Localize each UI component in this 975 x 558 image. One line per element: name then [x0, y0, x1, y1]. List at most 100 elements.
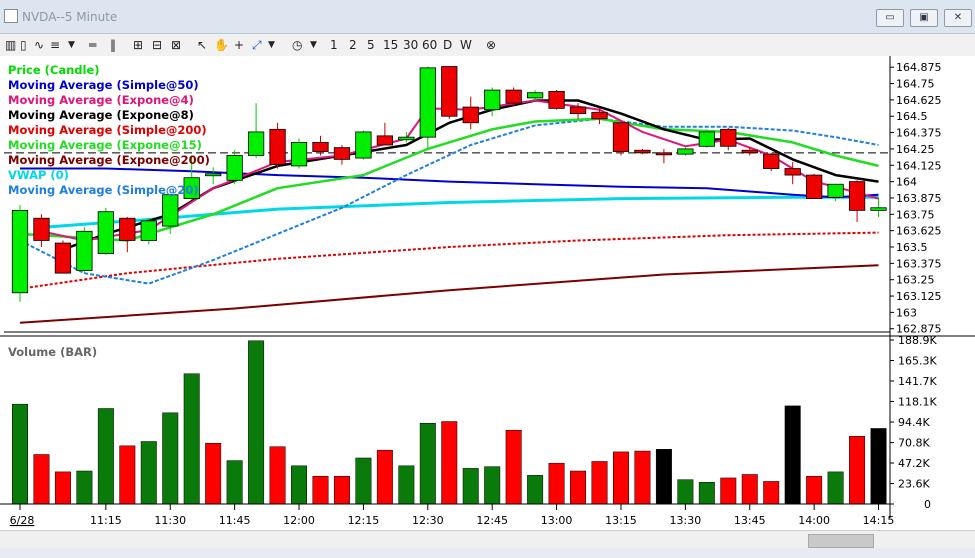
candle-body [355, 131, 372, 159]
candle-body [333, 147, 351, 160]
scrollbar-thumb[interactable] [808, 534, 874, 548]
candle-body [462, 106, 479, 124]
price-y-tick-label: 163 [896, 306, 917, 319]
timeframe-60-button[interactable]: 60 [422, 37, 437, 53]
price-y-tick-label: 164.875 [896, 61, 942, 74]
candle-body [97, 211, 114, 254]
volume-bar [870, 428, 887, 505]
cancel-icon[interactable]: ⊗ [486, 37, 496, 53]
x-tick-label: 12:30 [412, 514, 444, 527]
legend-entry: Moving Average (Expone@8) [8, 108, 194, 122]
chart-style-icon[interactable]: ≡ [50, 37, 60, 53]
crosshair-icon[interactable]: + [234, 37, 244, 53]
volume-bar [612, 451, 629, 505]
chart-toolbar: ▥ ▯ ∿ ≡ ▼ ═ ‖ ⊞ ⊟ ⊠ ↖ ✋ + ⤢ ▼ ◷ ▼ 1 2 5 … [0, 34, 975, 57]
price-y-tick-label: 163.375 [896, 257, 942, 270]
x-tick-label: 12:00 [283, 514, 315, 527]
price-y-tick-label: 163.25 [896, 274, 935, 287]
timeframe-weekly-button[interactable]: W [460, 37, 472, 53]
zoom-in-icon[interactable]: ⊞ [133, 37, 143, 53]
timeframe-5-button[interactable]: 5 [367, 37, 375, 53]
price-y-tick-label: 164.25 [896, 143, 935, 156]
volume-bar [97, 408, 114, 505]
candle-body [655, 152, 673, 156]
timeframe-2-button[interactable]: 2 [349, 37, 357, 53]
candle-body [226, 155, 243, 181]
volume-bar [527, 475, 544, 505]
volume-bar [376, 449, 393, 505]
horizontal-line-icon[interactable]: ═ [89, 37, 96, 53]
x-tick-label: 13:00 [541, 514, 573, 527]
volume-bar [269, 446, 286, 505]
legend-entry: Moving Average (Expone@4) [8, 93, 194, 107]
bar-chart-icon[interactable]: ▥ [5, 37, 16, 53]
timeframe-30-button[interactable]: 30 [403, 37, 418, 53]
zoom-out-icon[interactable]: ⊟ [152, 37, 162, 53]
volume-bar [548, 462, 565, 505]
legend-entry: Moving Average (Expone@15) [8, 138, 202, 152]
trendline-dropdown-icon[interactable]: ▼ [268, 37, 275, 53]
candle-chart-icon[interactable]: ▯ [20, 37, 27, 53]
volume-bar [484, 466, 501, 505]
candle-body [205, 173, 222, 177]
timeframe-15-button[interactable]: 15 [383, 37, 398, 53]
candle-body [827, 183, 844, 198]
restore-button[interactable]: ▣ [910, 9, 938, 27]
vertical-line-icon[interactable]: ‖ [110, 37, 116, 53]
trendline-icon[interactable]: ⤢ [252, 37, 262, 53]
x-tick-label: 11:30 [154, 514, 186, 527]
timeframe-dropdown-icon[interactable]: ▼ [310, 37, 317, 53]
candle-body [526, 92, 544, 99]
volume-bar [76, 470, 93, 505]
volume-bar [33, 454, 50, 505]
candle-body [11, 209, 29, 294]
candle-body [441, 66, 458, 117]
candle-body [419, 67, 436, 138]
clock-icon[interactable]: ◷ [292, 37, 302, 53]
candle-body [741, 149, 758, 154]
volume-bar [505, 429, 522, 505]
pan-hand-icon[interactable]: ✋ [214, 37, 229, 53]
volume-bar [312, 475, 329, 505]
volume-bar [591, 461, 608, 505]
candle-body [505, 89, 522, 104]
line-chart-icon[interactable]: ∿ [34, 37, 44, 53]
legend-entry: Moving Average (Simple@200) [8, 123, 207, 137]
candle-body [54, 242, 72, 274]
volume-bar [398, 465, 415, 505]
candle-body [763, 153, 780, 169]
volume-bar [570, 470, 587, 505]
volume-bar [827, 471, 844, 505]
chart-style-dropdown-icon[interactable]: ▼ [68, 37, 75, 53]
zoom-fit-icon[interactable]: ⊠ [171, 37, 181, 53]
candle-body [591, 111, 608, 120]
volume-y-tick-label: 188.9K [898, 334, 937, 347]
volume-bar [462, 468, 479, 505]
pointer-icon[interactable]: ↖ [197, 37, 207, 53]
x-tick-label: 6/28 [10, 514, 35, 527]
price-y-tick-label: 164.625 [896, 94, 942, 107]
volume-bar [634, 450, 651, 505]
volume-bar [441, 421, 458, 505]
volume-legend: Volume (BAR) [8, 345, 97, 359]
minimize-button[interactable]: ▭ [876, 9, 904, 27]
candle-body [33, 217, 50, 241]
volume-bar [419, 423, 436, 505]
x-tick-label: 12:45 [476, 514, 508, 527]
candle-body [720, 128, 737, 147]
volume-y-tick-label: 118.1K [898, 395, 937, 408]
candle-body [140, 220, 157, 241]
legend-entry: VWAP (0) [8, 168, 69, 182]
timeframe-daily-button[interactable]: D [443, 37, 452, 53]
close-button[interactable]: ✕ [944, 9, 972, 27]
candle-body [76, 230, 93, 271]
horizontal-scrollbar[interactable] [0, 530, 975, 549]
volume-bar [54, 471, 71, 505]
volume-y-tick-label: 70.8K [898, 437, 930, 450]
x-tick-label: 13:30 [670, 514, 702, 527]
timeframe-1-button[interactable]: 1 [330, 37, 338, 53]
volume-bar [741, 474, 758, 505]
chart-area[interactable]: Price (Candle)Moving Average (Simple@50)… [0, 56, 975, 530]
window-bottom-border [0, 548, 975, 558]
legend-entry: Moving Average (Simple@50) [8, 78, 199, 92]
